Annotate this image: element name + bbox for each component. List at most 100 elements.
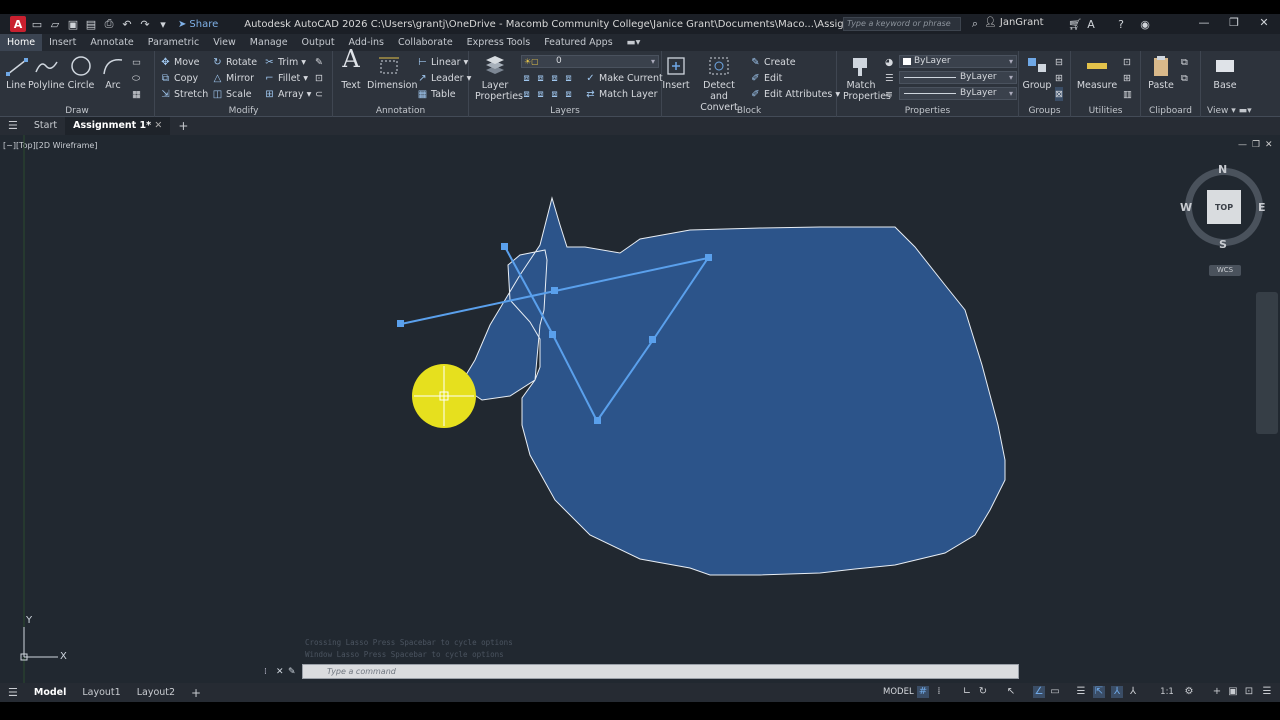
tab-insert[interactable]: Insert [42, 34, 83, 51]
tab-annotate[interactable]: Annotate [83, 34, 140, 51]
layer-tools-row-1[interactable]: ⧈ ⧈ ⧈ ⧈ [521, 71, 574, 85]
drawing-svg[interactable]: Y X [0, 135, 1280, 683]
share-button[interactable]: ➤ Share [178, 19, 218, 30]
annotation-visibility-icon[interactable]: ⅄ [1111, 686, 1123, 698]
new-file-icon[interactable]: ▭ [30, 17, 44, 31]
insert-button[interactable]: Insert [662, 54, 690, 91]
layout-tab-layout2[interactable]: Layout2 [129, 687, 183, 698]
quick-select-icon[interactable]: ⊡ [1123, 55, 1131, 69]
edit-attributes-button[interactable]: ✐ Edit Attributes ▾ [750, 87, 840, 101]
close-icon[interactable]: ✕ [1256, 16, 1272, 29]
compass-east[interactable]: E [1258, 201, 1266, 214]
fillet-button[interactable]: ⌐ Fillet ▾ [264, 71, 308, 85]
auto-scale-icon[interactable]: ⅄ [1127, 686, 1139, 698]
osnap-tracking-icon[interactable]: ↖ [1005, 686, 1017, 698]
open-folder-icon[interactable]: ▱ [48, 17, 62, 31]
command-grip-icon[interactable]: ⁞ [264, 667, 276, 677]
autocad-logo[interactable]: A [10, 16, 26, 32]
move-button[interactable]: ✥ Move [160, 55, 199, 69]
annotation-monitor-icon[interactable]: + [1211, 686, 1223, 698]
arc-button[interactable]: Arc [100, 54, 126, 91]
units-icon[interactable]: ▣ [1227, 686, 1239, 698]
command-input[interactable]: Type a command [302, 664, 1019, 679]
gradient-icon[interactable]: ▦ [132, 87, 141, 101]
ribbon-toggle-icon[interactable]: ▬▾ [620, 34, 648, 51]
layers-panel-label[interactable]: Layers [469, 106, 661, 116]
offset-icon[interactable]: ⊂ [315, 87, 323, 101]
properties-panel-label[interactable]: Properties [837, 106, 1018, 116]
viewcube-top-face[interactable]: TOP [1207, 190, 1241, 224]
hatch-icon[interactable]: ⬭ [132, 71, 140, 85]
model-space-button[interactable]: MODEL [883, 687, 914, 697]
clean-screen-icon[interactable]: ⊡ [1243, 686, 1255, 698]
clipboard-panel-label[interactable]: Clipboard [1141, 106, 1200, 116]
layout-menu-icon[interactable]: ☰ [0, 686, 26, 699]
save-icon[interactable]: ▣ [66, 17, 80, 31]
group-edit-icon[interactable]: ⊞ [1055, 71, 1063, 85]
customize-status-icon[interactable]: ☰ [1261, 686, 1273, 698]
grip-point[interactable] [594, 417, 601, 424]
redo-icon[interactable]: ↷ [138, 17, 152, 31]
modify-panel-label[interactable]: Modify [155, 106, 332, 116]
rotate-button[interactable]: ↻ Rotate [212, 55, 257, 69]
doc-tab-assignment[interactable]: Assignment 1* ✕ [65, 117, 171, 135]
text-button[interactable]: A Text [337, 47, 365, 91]
compass-north[interactable]: N [1218, 163, 1227, 176]
stretch-button[interactable]: ⇲ Stretch [160, 87, 208, 101]
groups-panel-label[interactable]: Groups [1019, 106, 1070, 116]
grip-point[interactable] [397, 320, 404, 327]
circle-button[interactable]: Circle [66, 54, 96, 91]
base-view-button[interactable]: Base [1207, 54, 1243, 91]
layout-tab-model[interactable]: Model [26, 687, 74, 698]
annotation-panel-label[interactable]: Annotation [333, 106, 468, 116]
match-properties-button[interactable]: Match Properties [843, 54, 891, 102]
polar-icon[interactable]: ↻ [977, 686, 989, 698]
layer-tools-row-2[interactable]: ⧈ ⧈ ⧈ ⧈ [521, 87, 574, 101]
drawing-canvas[interactable]: [−][Top][2D Wireframe] — ❐ ✕ Y X [0, 135, 1280, 683]
block-panel-label[interactable]: Block [662, 106, 836, 116]
navigation-bar[interactable] [1256, 292, 1278, 434]
save-as-icon[interactable]: ▤ [84, 17, 98, 31]
plot-icon[interactable]: ⎙ [102, 17, 116, 31]
tab-collaborate[interactable]: Collaborate [391, 34, 460, 51]
grip-point[interactable] [549, 331, 556, 338]
edit-block-button[interactable]: ✐ Edit [750, 71, 782, 85]
draw-panel-label[interactable]: Draw [0, 106, 154, 116]
tab-output[interactable]: Output [295, 34, 342, 51]
command-customize-icon[interactable]: ✎ [288, 667, 302, 677]
table-button[interactable]: ▦ Table [417, 87, 456, 101]
linear-button[interactable]: ⊢ Linear ▾ [417, 55, 468, 69]
new-tab-icon[interactable]: + [170, 117, 196, 135]
leader-button[interactable]: ↗ Leader ▾ [417, 71, 471, 85]
transparency-icon[interactable]: ☰ [1075, 686, 1087, 698]
app-menu-icon[interactable]: ☰ [0, 117, 26, 135]
lineweight-toggle-icon[interactable]: ∠ [1033, 686, 1045, 698]
view-panel-label[interactable]: View ▾ ▬▾ [1201, 106, 1280, 116]
ungroup-icon[interactable]: ⊟ [1055, 55, 1063, 69]
measure-button[interactable]: Measure [1075, 54, 1119, 91]
lineweight-dropdown[interactable]: ByLayer [899, 71, 1017, 84]
ortho-icon[interactable]: ∟ [961, 686, 973, 698]
cut-clip-icon[interactable]: ⧉ [1181, 71, 1188, 85]
autodesk-app-icon[interactable]: A [1084, 17, 1098, 31]
annotation-scale[interactable]: 1:1 [1159, 686, 1175, 698]
make-current-button[interactable]: ✓ Make Current [585, 71, 662, 85]
selection-cycling-icon[interactable]: ⇱ [1093, 686, 1105, 698]
undo-icon[interactable]: ↶ [120, 17, 134, 31]
restore-icon[interactable]: ❐ [1226, 16, 1242, 29]
copy-button[interactable]: ⧉ Copy [160, 71, 198, 85]
rectangle-icon[interactable]: ▭ [132, 55, 141, 69]
customize-dropdown-icon[interactable]: ▾ [156, 17, 170, 31]
polyline-button[interactable]: Polyline [28, 54, 65, 91]
grid-icon[interactable]: # [917, 686, 929, 698]
wcs-menu[interactable]: WCS [1209, 265, 1241, 276]
erase-icon[interactable]: ✎ [315, 55, 323, 69]
cart-icon[interactable]: 🛒︎ [1068, 17, 1082, 31]
match-layer-button[interactable]: ⇄ Match Layer [585, 87, 657, 101]
layer-properties-button[interactable]: Layer Properties [475, 54, 523, 102]
trim-button[interactable]: ✂ Trim ▾ [264, 55, 306, 69]
mirror-button[interactable]: △ Mirror [212, 71, 254, 85]
tab-featured-apps[interactable]: Featured Apps [537, 34, 619, 51]
tab-manage[interactable]: Manage [243, 34, 295, 51]
group-selection-icon[interactable]: ⊠ [1055, 87, 1063, 101]
